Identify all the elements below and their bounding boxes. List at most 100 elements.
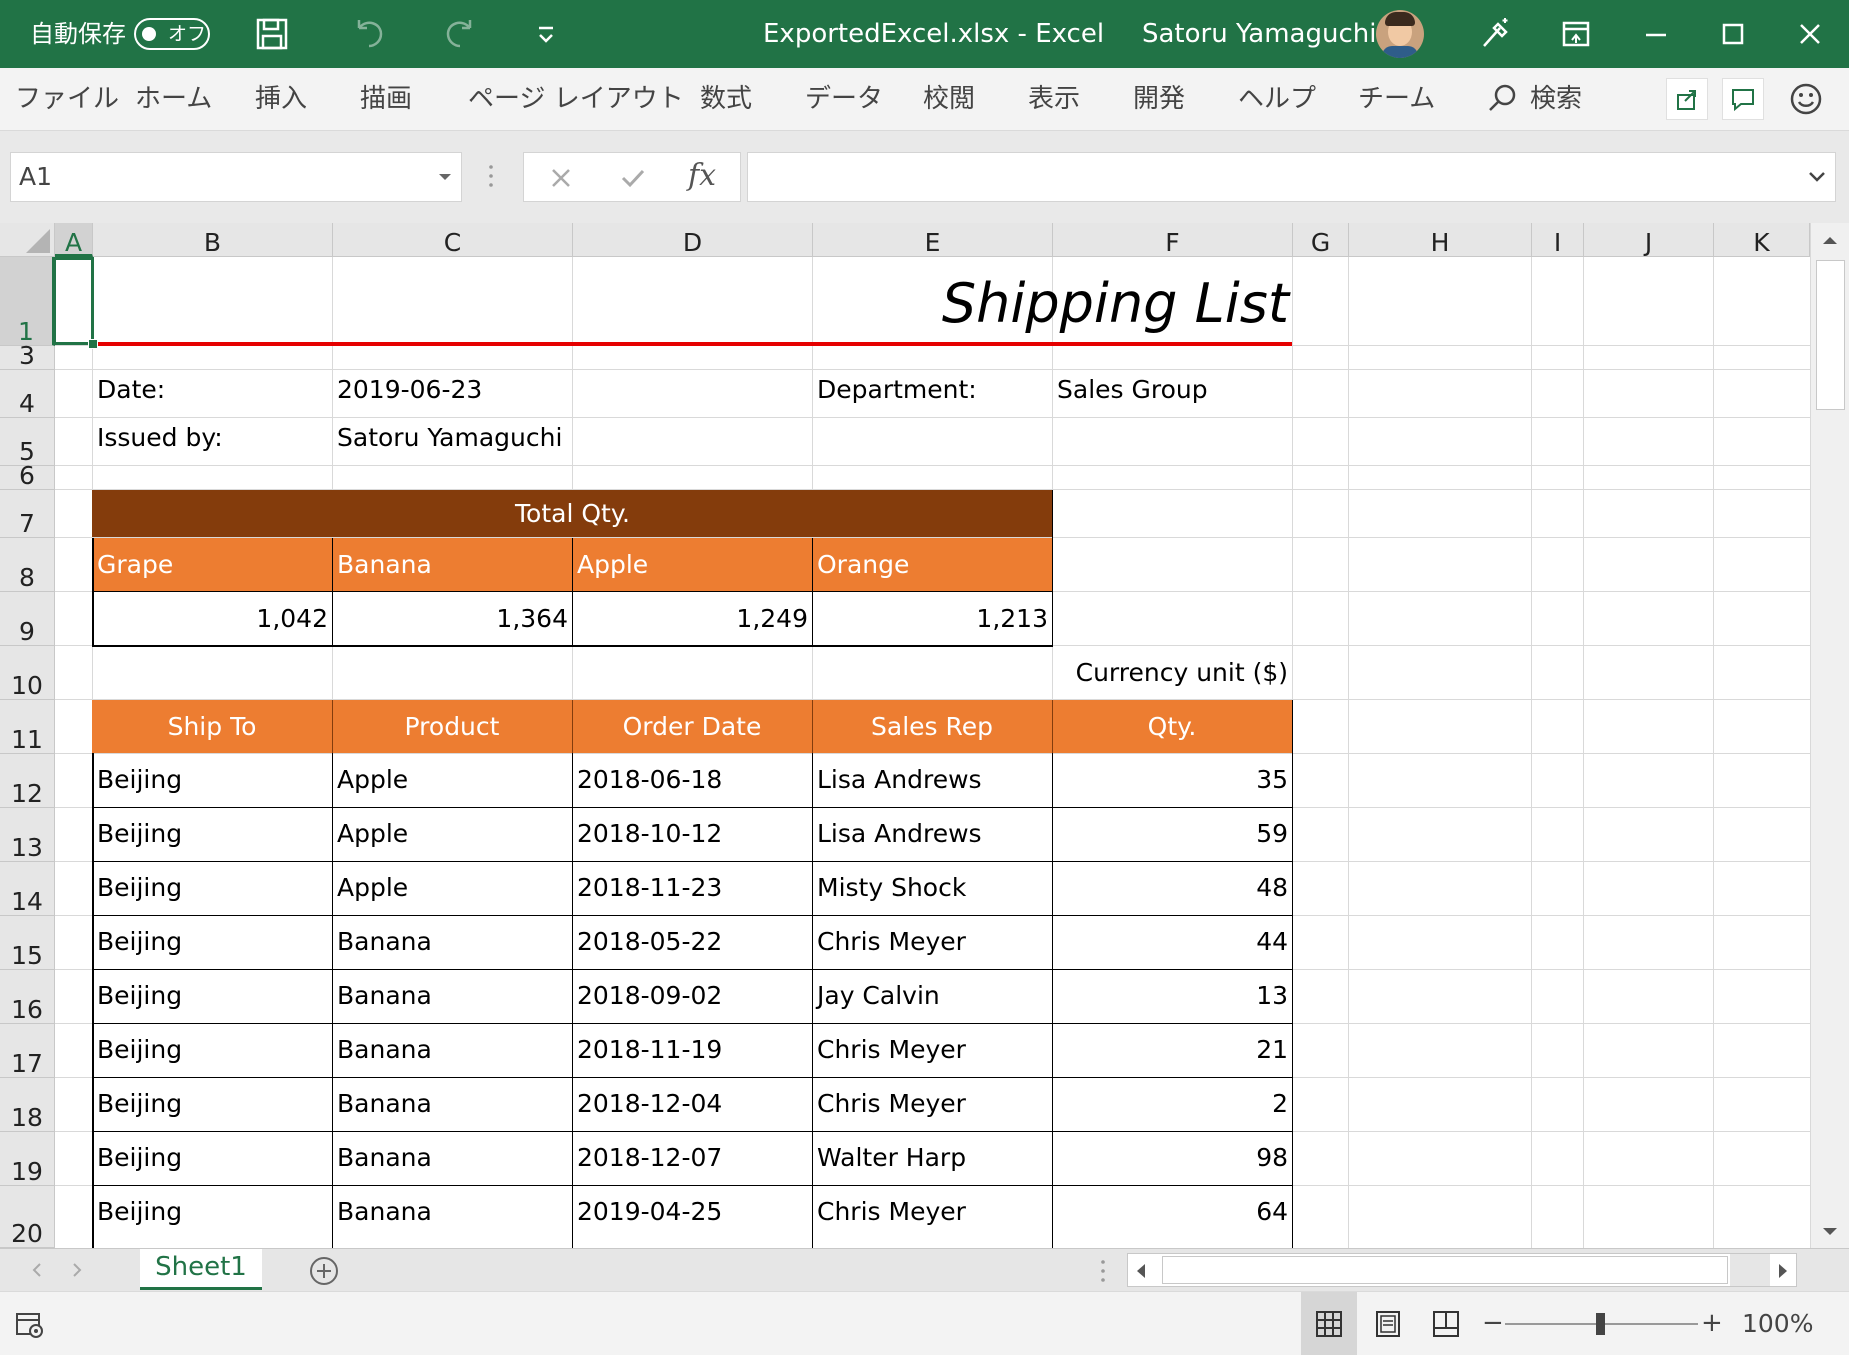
redo-icon[interactable] (436, 10, 484, 58)
column-header-j[interactable]: J (1584, 223, 1714, 257)
table-cell[interactable]: Beijing (97, 807, 182, 861)
table-cell[interactable]: Beijing (97, 1131, 182, 1185)
table-cell[interactable]: Lisa Andrews (817, 807, 982, 861)
column-header-c[interactable]: C (333, 223, 573, 257)
table-cell-qty[interactable]: 35 (1052, 753, 1288, 807)
tab-file[interactable]: ファイル (15, 68, 119, 130)
zoom-in-button[interactable]: + (1701, 1310, 1723, 1336)
table-cell[interactable]: Banana (337, 1131, 432, 1185)
row-header-6[interactable]: 6 (0, 463, 55, 490)
insert-function-button[interactable]: fx (688, 153, 716, 199)
scroll-left-icon[interactable] (1134, 1262, 1148, 1280)
table-cell-qty[interactable]: 21 (1052, 1023, 1288, 1077)
table-cell[interactable]: Misty Shock (817, 861, 966, 915)
column-header-b[interactable]: B (93, 223, 333, 257)
row-header-14[interactable]: 14 (0, 862, 55, 916)
table-cell[interactable]: Beijing (97, 915, 182, 969)
zoom-level[interactable]: 100% (1742, 1292, 1813, 1355)
table-cell[interactable]: 2018-12-07 (577, 1131, 722, 1185)
column-header-h[interactable]: H (1349, 223, 1532, 257)
table-cell[interactable]: 2018-12-04 (577, 1077, 722, 1131)
row-header-11[interactable]: 11 (0, 700, 55, 754)
table-cell[interactable]: 2018-05-22 (577, 915, 722, 969)
scroll-down-icon[interactable] (1820, 1225, 1840, 1239)
row-header-16[interactable]: 16 (0, 970, 55, 1024)
horizontal-scrollbar[interactable] (1127, 1253, 1797, 1287)
date-value[interactable]: 2019-06-23 (337, 375, 482, 404)
user-avatar[interactable] (1376, 10, 1424, 58)
tab-help[interactable]: ヘルプ (1238, 68, 1316, 130)
scroll-right-icon[interactable] (1776, 1262, 1790, 1280)
horizontal-scroll-thumb[interactable] (1162, 1256, 1728, 1284)
table-header-sales-rep[interactable]: Sales Rep (812, 700, 1052, 753)
row-header-10[interactable]: 10 (0, 646, 55, 700)
row-header-18[interactable]: 18 (0, 1078, 55, 1132)
row-header-5[interactable]: 5 (0, 418, 55, 466)
table-header-order-date[interactable]: Order Date (572, 700, 812, 753)
tab-review[interactable]: 校閲 (923, 68, 975, 130)
tab-page-layout[interactable]: ページ レイアウト (468, 68, 684, 130)
maximize-icon[interactable] (1709, 10, 1757, 58)
enter-check-icon[interactable] (619, 165, 647, 191)
table-cell[interactable]: Lisa Andrews (817, 753, 982, 807)
table-cell[interactable]: 2018-11-19 (577, 1023, 722, 1077)
minimize-icon[interactable] (1632, 10, 1680, 58)
table-cell[interactable]: Chris Meyer (817, 915, 966, 969)
search-label[interactable]: 検索 (1530, 68, 1582, 130)
feedback-smiley-icon[interactable] (1785, 78, 1827, 120)
column-header-a[interactable]: A (55, 223, 93, 257)
row-header-19[interactable]: 19 (0, 1132, 55, 1186)
row-header-7[interactable]: 7 (0, 490, 55, 538)
table-cell[interactable]: Banana (337, 1185, 432, 1239)
table-cell[interactable]: Beijing (97, 1077, 182, 1131)
column-header-k[interactable]: K (1714, 223, 1810, 257)
table-header-product[interactable]: Product (332, 700, 572, 753)
table-cell[interactable]: Chris Meyer (817, 1077, 966, 1131)
row-header-1[interactable]: 1 (0, 257, 55, 346)
table-cell[interactable]: Beijing (97, 1023, 182, 1077)
name-box-dropdown-icon[interactable] (437, 171, 453, 183)
next-sheet-icon[interactable] (70, 1261, 84, 1279)
table-cell[interactable]: Beijing (97, 969, 182, 1023)
total-qty-orange[interactable]: 1,213 (812, 592, 1048, 645)
table-cell-qty[interactable]: 2 (1052, 1077, 1288, 1131)
table-cell[interactable]: Apple (337, 807, 408, 861)
tab-developer[interactable]: 開発 (1133, 68, 1185, 130)
table-cell[interactable]: 2018-10-12 (577, 807, 722, 861)
sheet-tab-sheet1[interactable]: Sheet1 (140, 1249, 262, 1290)
table-cell-qty[interactable]: 44 (1052, 915, 1288, 969)
tab-formulas[interactable]: 数式 (700, 68, 752, 130)
table-header-ship-to[interactable]: Ship To (92, 700, 332, 753)
vertical-scroll-thumb[interactable] (1816, 260, 1845, 410)
tab-draw[interactable]: 描画 (360, 68, 412, 130)
tab-view[interactable]: 表示 (1028, 68, 1080, 130)
share-icon[interactable] (1666, 78, 1708, 120)
row-header-9[interactable]: 9 (0, 592, 55, 646)
page-layout-view-icon[interactable] (1374, 1310, 1402, 1338)
table-header-qty[interactable]: Qty. (1052, 700, 1292, 753)
row-header-17[interactable]: 17 (0, 1024, 55, 1078)
table-cell[interactable]: Banana (337, 969, 432, 1023)
table-cell[interactable]: Chris Meyer (817, 1023, 966, 1077)
prev-sheet-icon[interactable] (30, 1261, 44, 1279)
zoom-out-button[interactable]: − (1482, 1310, 1504, 1336)
close-icon[interactable] (1786, 10, 1834, 58)
column-header-g[interactable]: G (1293, 223, 1349, 257)
table-cell-qty[interactable]: 13 (1052, 969, 1288, 1023)
table-cell[interactable]: Banana (337, 1023, 432, 1077)
coauthor-wand-icon[interactable] (1470, 10, 1518, 58)
expand-formula-bar-icon[interactable] (1807, 169, 1827, 185)
row-header-20[interactable]: 20 (0, 1186, 55, 1248)
row-header-15[interactable]: 15 (0, 916, 55, 970)
save-icon[interactable] (248, 10, 296, 58)
tab-insert[interactable]: 挿入 (255, 68, 307, 130)
normal-view-button[interactable] (1301, 1292, 1357, 1355)
comments-icon[interactable] (1722, 78, 1764, 120)
column-header-e[interactable]: E (813, 223, 1053, 257)
issued-by-value[interactable]: Satoru Yamaguchi (337, 423, 562, 452)
add-sheet-icon[interactable] (308, 1255, 340, 1287)
table-cell-qty[interactable]: 59 (1052, 807, 1288, 861)
tab-team[interactable]: チーム (1358, 68, 1435, 130)
tab-split-grip-icon[interactable] (1100, 1257, 1106, 1285)
total-qty-grape[interactable]: 1,042 (92, 592, 328, 645)
